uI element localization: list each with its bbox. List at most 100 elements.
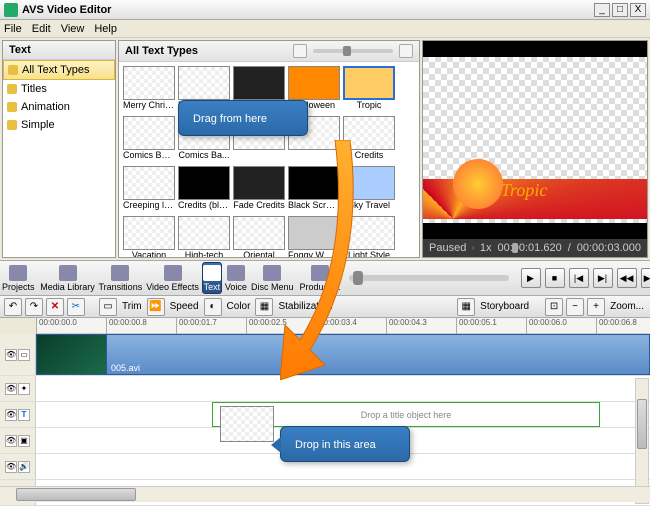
transitions-button[interactable]: Transitions: [98, 262, 144, 294]
main-toolbar: Projects Media Library Transitions Video…: [0, 260, 650, 296]
audio-track-icon: 🔊: [18, 461, 30, 473]
projects-button[interactable]: Projects: [1, 262, 36, 294]
menu-edit[interactable]: Edit: [32, 23, 51, 35]
app-title: AVS Video Editor: [22, 4, 592, 16]
maximize-button[interactable]: □: [612, 3, 628, 17]
speed-icon[interactable]: ⏩: [147, 298, 165, 316]
next-frame-button[interactable]: ▶|: [593, 268, 613, 288]
voice-button[interactable]: Voice: [224, 262, 248, 294]
video-clip[interactable]: 005.avi: [36, 334, 650, 375]
gallery-thumb[interactable]: Vacation: [123, 216, 175, 257]
gallery-thumb[interactable]: Merry Christ...: [123, 66, 175, 112]
thumb-caption: Sky Travel: [343, 200, 395, 212]
thumb-caption: [233, 150, 285, 162]
track-visibility-icon[interactable]: 👁: [5, 349, 17, 361]
gallery-thumb[interactable]: Fade Credits: [233, 166, 285, 212]
prev-frame-button[interactable]: |◀: [569, 268, 589, 288]
play-button[interactable]: ▶: [521, 268, 541, 288]
category-sidebar: Text All Text Types Titles Animation Sim…: [2, 40, 116, 258]
text-track[interactable]: 👁T Drop a title object here: [0, 402, 650, 428]
sidebar-header: Text: [3, 41, 115, 60]
transport-seekbar[interactable]: [349, 275, 509, 281]
video-effects-button[interactable]: Video Effects: [145, 262, 200, 294]
transitions-icon: [111, 265, 129, 281]
zoom-out-button[interactable]: −: [566, 298, 584, 316]
zoom-label[interactable]: Zoom...: [610, 301, 644, 312]
titlebar: AVS Video Editor _ □ X: [0, 0, 650, 20]
speed-label[interactable]: Speed: [170, 301, 199, 312]
gallery-thumb[interactable]: Oriental: [233, 216, 285, 257]
ruler-tick: 00:00:04.3: [386, 318, 427, 334]
thumb-caption: Tropic: [343, 100, 395, 112]
gallery-thumb[interactable]: Comics Ballo...: [123, 116, 175, 162]
storyboard-icon[interactable]: ▦: [457, 298, 475, 316]
video-track[interactable]: 👁▭ 005.avi: [0, 334, 650, 376]
disc-menu-button[interactable]: Disc Menu: [250, 262, 295, 294]
color-icon[interactable]: ◐: [204, 298, 222, 316]
track-visibility-icon[interactable]: 👁: [5, 383, 17, 395]
rewind-button[interactable]: ◀◀: [617, 268, 637, 288]
menu-view[interactable]: View: [61, 23, 85, 35]
gallery-thumb[interactable]: Light Style: [343, 216, 395, 257]
timeline-scrollbar-horizontal[interactable]: [0, 486, 650, 502]
clip-thumbnail: [37, 335, 107, 374]
preview-panel: Tropic Paused 1x 00:00:01.620 / 00:00:03…: [422, 40, 648, 258]
gallery-thumb[interactable]: Black Screen...: [288, 166, 340, 212]
delete-button[interactable]: ✕: [46, 298, 64, 316]
stabilization-label[interactable]: Stabilization: [278, 301, 332, 312]
ruler-tick: 00:00:06.0: [526, 318, 567, 334]
preview-screen[interactable]: Tropic: [423, 41, 647, 239]
preview-seekbar[interactable]: [472, 246, 474, 250]
gallery-thumb[interactable]: Creeping line: [123, 166, 175, 212]
menubar: File Edit View Help: [0, 20, 650, 38]
gallery-thumb[interactable]: High-tech: [178, 216, 230, 257]
split-button[interactable]: ✂: [67, 298, 85, 316]
sidebar-item-all[interactable]: All Text Types: [3, 60, 115, 80]
transport-controls: ▶ ■ |◀ ▶| ◀◀ ▶▶ 📷 🔊: [343, 261, 650, 295]
thumb-caption: Credits (black): [178, 200, 230, 212]
zoom-in-button[interactable]: +: [587, 298, 605, 316]
gallery-thumb[interactable]: Tropic: [343, 66, 395, 112]
effects-track[interactable]: 👁✦: [0, 376, 650, 402]
undo-button[interactable]: ↶: [4, 298, 22, 316]
close-button[interactable]: X: [630, 3, 646, 17]
menu-help[interactable]: Help: [94, 23, 117, 35]
sidebar-item-simple[interactable]: Simple: [3, 116, 115, 134]
media-library-button[interactable]: Media Library: [40, 262, 96, 294]
gallery-thumb[interactable]: Credits (black): [178, 166, 230, 212]
thumb-caption: Merry Christ...: [123, 100, 175, 112]
trim-icon[interactable]: ▭: [99, 298, 117, 316]
timeline-ruler[interactable]: 00:00:00.000:00:00.800:00:01.700:00:02.5…: [36, 318, 650, 334]
effects-track-icon: ✦: [18, 383, 30, 395]
gallery-thumb[interactable]: Credits: [343, 116, 395, 162]
text-button[interactable]: Text: [202, 262, 222, 294]
gallery-zoom-slider[interactable]: [313, 49, 393, 53]
gallery-thumb[interactable]: Foggy W...k...: [288, 216, 340, 257]
track-mute-icon[interactable]: 👁: [5, 461, 17, 473]
track-visibility-icon[interactable]: 👁: [5, 435, 17, 447]
video-track-icon: ▭: [18, 349, 30, 361]
sidebar-item-titles[interactable]: Titles: [3, 80, 115, 98]
projects-icon: [9, 265, 27, 281]
color-label[interactable]: Color: [227, 301, 251, 312]
ffwd-button[interactable]: ▶▶: [641, 268, 650, 288]
stop-button[interactable]: ■: [545, 268, 565, 288]
produce-button[interactable]: Produce...: [298, 262, 341, 294]
gallery-thumb[interactable]: Sky Travel: [343, 166, 395, 212]
trim-label[interactable]: Trim: [122, 301, 142, 312]
stabilization-icon[interactable]: ▦: [255, 298, 273, 316]
track-visibility-icon[interactable]: 👁: [5, 409, 17, 421]
ruler-tick: 00:00:01.7: [176, 318, 217, 334]
ruler-tick: 00:00:02.5: [246, 318, 287, 334]
gallery-view-large-icon[interactable]: [399, 44, 413, 58]
text-track-icon: T: [18, 409, 30, 421]
produce-icon: [311, 265, 329, 281]
gallery-view-small-icon[interactable]: [293, 44, 307, 58]
app-icon: [4, 3, 18, 17]
menu-file[interactable]: File: [4, 23, 22, 35]
storyboard-label[interactable]: Storyboard: [480, 301, 529, 312]
redo-button[interactable]: ↷: [25, 298, 43, 316]
fit-zoom-button[interactable]: ⊡: [545, 298, 563, 316]
minimize-button[interactable]: _: [594, 3, 610, 17]
sidebar-item-animation[interactable]: Animation: [3, 98, 115, 116]
